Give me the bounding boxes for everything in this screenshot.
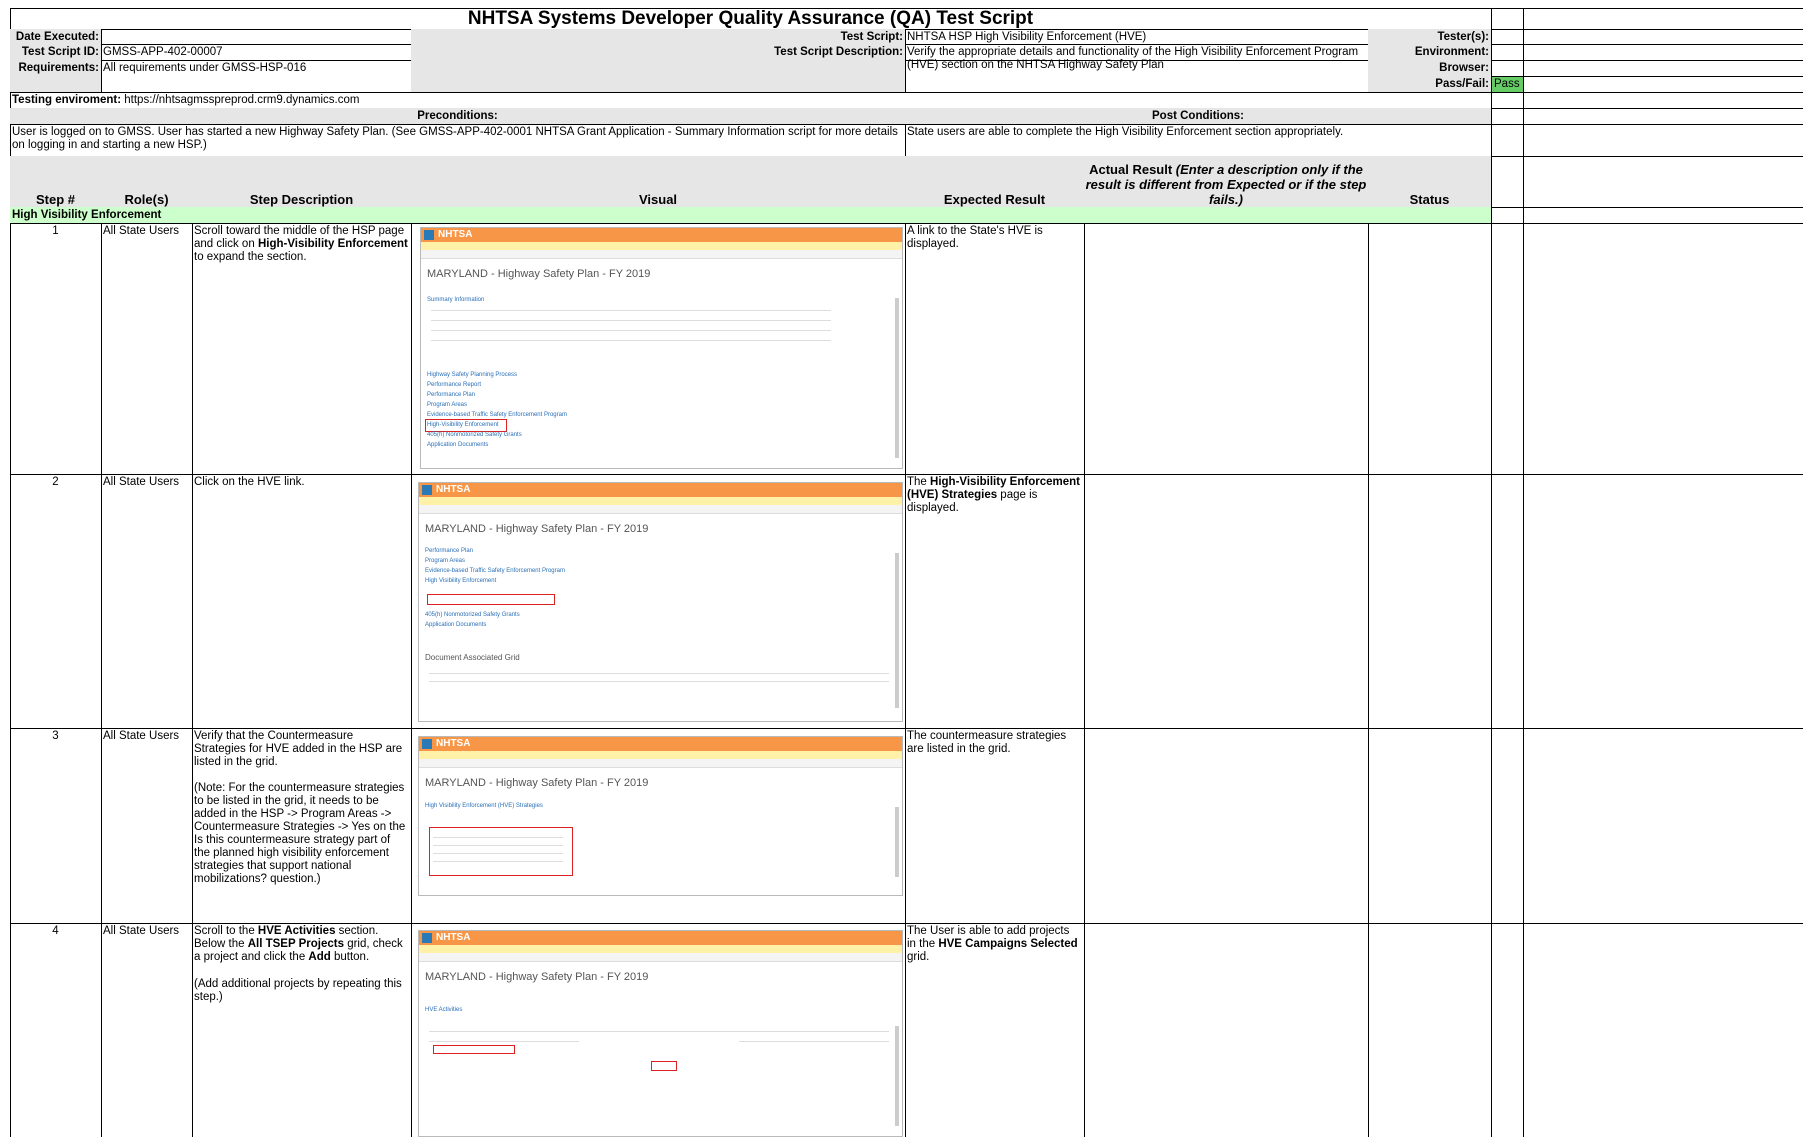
test-script-value: NHTSA HSP High Visibility Enforcement (H… — [907, 31, 1147, 43]
hsp-title: MARYLAND - Highway Safety Plan - FY 2019 — [425, 971, 649, 983]
expected-text: grid. — [907, 951, 930, 963]
step-description: Scroll to the HVE Activities section. Be… — [194, 925, 408, 964]
step-description: Scroll toward the middle of the HSP page… — [194, 225, 408, 264]
testing-environment: Testing enviroment: https://nhtsagmsspre… — [12, 94, 359, 107]
step-role: All State Users — [103, 476, 180, 488]
desc-text: to expand the section. — [194, 251, 307, 263]
test-script-id-value: GMSS-APP-402-00007 — [103, 46, 223, 58]
step-number: 2 — [52, 476, 59, 488]
link-summary: Summary Information — [427, 297, 485, 303]
step-description: Verify that the Countermeasure Strategie… — [194, 730, 403, 768]
link-program-areas: Program Areas — [427, 402, 468, 408]
hsp-title: MARYLAND - Highway Safety Plan - FY 2019 — [425, 777, 649, 789]
nhtsa-logo: NHTSA — [438, 229, 473, 240]
screenshot-step-3: NHTSA MARYLAND - Highway Safety Plan - F… — [418, 736, 903, 896]
link-hve: High Visibility Enforcement — [425, 578, 497, 584]
hve-strategies-section: High Visibility Enforcement (HVE) Strate… — [425, 803, 543, 809]
step-number: 4 — [52, 925, 59, 937]
link-docs: Application Documents — [427, 442, 489, 448]
desc-bold: HVE Activities — [257, 925, 336, 937]
testing-env-url: https://nhtsagmsspreprod.crm9.dynamics.c… — [124, 94, 360, 106]
nhtsa-logo: NHTSA — [436, 484, 471, 495]
step-role: All State Users — [103, 730, 180, 742]
desc-text: Scroll to the — [194, 925, 258, 937]
expected-result: The User is able to add projects in the … — [907, 925, 1081, 964]
preconditions-label: Preconditions: — [417, 110, 498, 122]
hsp-title: MARYLAND - Highway Safety Plan - FY 2019 — [427, 268, 651, 280]
preconditions-text: User is logged on to GMSS. User has star… — [12, 126, 898, 151]
date-executed-label: Date Executed: — [15, 31, 99, 43]
col-status: Status — [1409, 192, 1450, 207]
nhtsa-logo: NHTSA — [436, 738, 471, 749]
postconditions-label: Post Conditions: — [1152, 110, 1244, 122]
nhtsa-logo: NHTSA — [436, 932, 471, 943]
col-expected: Expected Result — [943, 192, 1046, 207]
expected-result: The High-Visibility Enforcement (HVE) St… — [907, 476, 1081, 515]
step-role: All State Users — [103, 225, 180, 237]
page-title: NHTSA Systems Developer Quality Assuranc… — [467, 8, 1034, 29]
link-docs: Application Documents — [425, 622, 487, 628]
browser-label: Browser: — [1439, 62, 1489, 74]
col-step-description: Step Description — [249, 192, 354, 207]
highlight-box — [429, 827, 573, 876]
test-script-id-label: Test Script ID: — [21, 46, 99, 58]
link-405h: 405(h) Nonmotorized Safety Grants — [425, 612, 520, 618]
highlight-box — [651, 1061, 677, 1071]
link-plan: Performance Plan — [425, 548, 474, 554]
expected-result: The countermeasure strategies are listed… — [907, 730, 1067, 755]
screenshot-step-4: NHTSA MARYLAND - Highway Safety Plan - F… — [418, 930, 903, 1137]
expected-text: The — [907, 476, 931, 488]
col-actual-label: Actual Result — [1089, 162, 1176, 177]
expected-result: A link to the State's HVE is displayed. — [907, 225, 1043, 250]
postconditions-text: State users are able to complete the Hig… — [907, 126, 1344, 138]
col-step: Step # — [35, 192, 75, 207]
highlight-box — [433, 1045, 515, 1054]
document-grid-title: Document Associated Grid — [425, 653, 520, 662]
requirements-value: All requirements under GMSS-HSP-016 — [103, 62, 307, 74]
passfail-value: Pass — [1494, 78, 1520, 90]
step-number: 1 — [52, 225, 59, 237]
description-label: Test Script Description: — [774, 46, 903, 58]
requirements-label: Requirements: — [18, 62, 99, 74]
step-role: All State Users — [103, 925, 180, 937]
desc-bold: High-Visibility Enforcement — [257, 238, 408, 250]
desc-bold: Add — [308, 951, 331, 963]
link-plan: Performance Plan — [427, 392, 476, 398]
link-report: Performance Report — [427, 382, 482, 388]
desc-bold: All TSEP Projects — [247, 938, 344, 950]
expected-bold: HVE Campaigns Selected — [938, 938, 1078, 950]
step-description: Click on the HVE link. — [194, 476, 305, 488]
step-note: (Add additional projects by repeating th… — [194, 978, 402, 1003]
hsp-title: MARYLAND - Highway Safety Plan - FY 2019 — [425, 523, 649, 535]
desc-text: button. — [330, 951, 370, 963]
hve-activities-section: HVE Activities — [425, 1007, 463, 1013]
link-tsep: Evidence-based Traffic Safety Enforcemen… — [425, 568, 565, 574]
section-title: High Visibility Enforcement — [12, 209, 162, 221]
environment-label: Environment: — [1414, 46, 1489, 58]
col-role: Role(s) — [124, 192, 169, 207]
link-405h: 405(h) Nonmotorized Safety Grants — [427, 432, 522, 438]
col-visual: Visual — [638, 192, 678, 207]
screenshot-step-2: NHTSA MARYLAND - Highway Safety Plan - F… — [418, 482, 903, 722]
screenshot-step-1: NHTSA MARYLAND - Highway Safety Plan - F… — [420, 227, 903, 469]
passfail-label: Pass/Fail: — [1435, 78, 1489, 90]
testers-label: Tester(s): — [1437, 31, 1489, 43]
test-script-label: Test Script: — [840, 31, 903, 43]
section-row — [10, 207, 1491, 223]
expected-bold: High-Visibility Enforcement (HVE) Strate… — [907, 476, 1080, 501]
link-program-areas: Program Areas — [425, 558, 466, 564]
col-actual: Actual Result (Enter a description only … — [1084, 162, 1368, 207]
highlight-box — [427, 594, 555, 605]
description-value: Verify the appropriate details and funct… — [907, 46, 1359, 71]
link-planning: Highway Safety Planning Process — [427, 372, 518, 378]
testing-env-label: Testing enviroment: — [12, 94, 122, 106]
step-number: 3 — [52, 730, 59, 742]
step-note: (Note: For the countermeasure strategies… — [194, 782, 406, 885]
